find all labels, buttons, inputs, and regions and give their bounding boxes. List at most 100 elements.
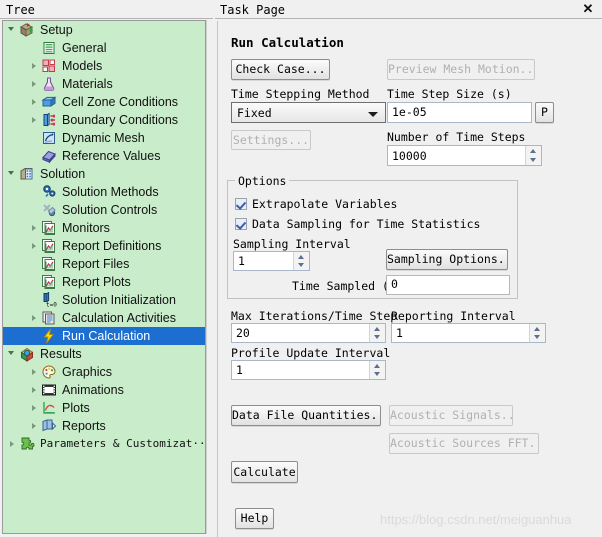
tree-item-animations[interactable]: Animations: [3, 381, 205, 399]
chevron-right-icon[interactable]: [29, 417, 41, 435]
tree-item-cell-zone-conditions[interactable]: Cell Zone Conditions: [3, 93, 205, 111]
tree-item-calculation-activities[interactable]: Calculation Activities: [3, 309, 205, 327]
chevron-right-icon[interactable]: [29, 309, 41, 327]
tree-item-solution-controls[interactable]: Solution Controls: [3, 201, 205, 219]
tree-item-models[interactable]: Models: [3, 57, 205, 75]
extrapolate-variables-checkbox[interactable]: [235, 198, 247, 210]
task-page-header: Task Page ✕: [215, 0, 602, 19]
tree-item-report-files[interactable]: Report Files: [3, 255, 205, 273]
tree-item-dynamic-mesh[interactable]: Dynamic Mesh: [3, 129, 205, 147]
tree-item-label: Results: [40, 347, 82, 361]
time-step-size-input[interactable]: 1e-05: [387, 102, 532, 123]
check-case-button[interactable]: Check Case...: [231, 59, 330, 80]
data-file-quantities-button[interactable]: Data File Quantities...: [231, 405, 381, 426]
solution-initialization-icon: t=0: [41, 292, 58, 308]
tree-item-monitors[interactable]: Monitors: [3, 219, 205, 237]
tree-item-report-plots[interactable]: Report Plots: [3, 273, 205, 291]
tree-item-solution-methods[interactable]: Solution Methods: [3, 183, 205, 201]
stepper-up-icon[interactable]: [294, 252, 309, 261]
graphics-icon: [41, 364, 58, 380]
chevron-right-icon[interactable]: [29, 381, 41, 399]
plots-icon: [41, 400, 58, 416]
profile-update-interval-value: 1: [236, 363, 243, 377]
dynamic-mesh-icon: [41, 130, 58, 146]
results-icon: [19, 346, 36, 362]
stepper-up-icon[interactable]: [370, 361, 385, 370]
max-iterations-stepper[interactable]: 20: [231, 323, 386, 343]
number-of-time-steps-stepper[interactable]: 10000: [387, 145, 542, 166]
tree-item-label: Run Calculation: [62, 329, 151, 343]
stepper-up-icon[interactable]: [530, 324, 545, 333]
tree-item-label: Report Definitions: [62, 239, 162, 253]
tree-item-boundary-conditions[interactable]: Boundary Conditions: [3, 111, 205, 129]
stepper-arrows[interactable]: [369, 361, 385, 379]
chevron-right-icon[interactable]: [7, 435, 19, 453]
tree-list[interactable]: Setup General Models Materials Cell Zone Con…: [2, 20, 206, 534]
stepper-up-icon[interactable]: [526, 146, 541, 156]
tree-item-general[interactable]: General: [3, 39, 205, 57]
chevron-right-icon[interactable]: [29, 237, 41, 255]
tree-item-reference-values[interactable]: Reference Values: [3, 147, 205, 165]
chevron-right-icon[interactable]: [29, 399, 41, 417]
tree-item-parameters-customizat[interactable]: Parameters & Customizat···: [3, 435, 205, 453]
tree-scrollbar[interactable]: [206, 20, 213, 534]
data-sampling-checkbox[interactable]: [235, 218, 247, 230]
tree-item-label: Monitors: [62, 221, 110, 235]
tree-item-reports[interactable]: Reports: [3, 417, 205, 435]
chevron-down-icon[interactable]: [7, 21, 19, 39]
cell-zone-icon: [41, 94, 58, 110]
tree-item-materials[interactable]: Materials: [3, 75, 205, 93]
time-step-size-label: Time Step Size (s): [387, 87, 512, 101]
tree-item-graphics[interactable]: Graphics: [3, 363, 205, 381]
stepper-up-icon[interactable]: [370, 324, 385, 333]
chevron-right-icon[interactable]: [29, 219, 41, 237]
parameters-icon: [19, 436, 36, 452]
tree-item-plots[interactable]: Plots: [3, 399, 205, 417]
stepper-arrows[interactable]: [369, 324, 385, 342]
tree-item-results[interactable]: Results: [3, 345, 205, 363]
stepper-down-icon[interactable]: [530, 333, 545, 342]
tree-item-solution[interactable]: Solution: [3, 165, 205, 183]
chevron-right-icon[interactable]: [29, 93, 41, 111]
stepper-arrows[interactable]: [529, 324, 545, 342]
profile-update-interval-stepper[interactable]: 1: [231, 360, 386, 380]
watermark: https://blog.csdn.net/meiguanhua: [380, 512, 572, 527]
stepper-down-icon[interactable]: [370, 370, 385, 379]
task-page-title: Task Page: [220, 3, 286, 17]
time-stepping-method-select[interactable]: Fixed: [231, 102, 386, 123]
sampling-options-button[interactable]: Sampling Options...: [386, 249, 508, 270]
boundary-conditions-icon: [41, 112, 58, 128]
stepper-down-icon[interactable]: [294, 261, 309, 270]
chevron-right-icon[interactable]: [29, 57, 41, 75]
tree-item-label: Solution Methods: [62, 185, 159, 199]
chevron-down-icon[interactable]: [7, 165, 19, 183]
tree-item-solution-initialization[interactable]: t=0 Solution Initialization: [3, 291, 205, 309]
stepper-arrows[interactable]: [293, 252, 309, 270]
stepper-down-icon[interactable]: [370, 333, 385, 342]
tree-item-report-definitions[interactable]: Report Definitions: [3, 237, 205, 255]
tree-item-run-calculation[interactable]: Run Calculation: [3, 327, 205, 345]
chevron-right-icon[interactable]: [29, 363, 41, 381]
time-sampled-value: 0: [386, 275, 510, 295]
calculate-button[interactable]: Calculate: [231, 461, 298, 483]
stepper-arrows[interactable]: [525, 146, 541, 165]
run-calculation-icon: [41, 328, 58, 344]
reporting-interval-stepper[interactable]: 1: [391, 323, 546, 343]
sampling-interval-stepper[interactable]: 1: [233, 251, 310, 271]
chevron-down-icon[interactable]: [7, 345, 19, 363]
tree-item-setup[interactable]: Setup: [3, 21, 205, 39]
stepper-down-icon[interactable]: [526, 156, 541, 166]
time-step-size-parameter-button[interactable]: P: [535, 102, 554, 123]
sampling-interval-value: 1: [238, 254, 245, 268]
close-icon[interactable]: ✕: [581, 2, 595, 16]
help-button[interactable]: Help: [235, 508, 274, 529]
chevron-right-icon[interactable]: [29, 111, 41, 129]
tree-item-label: Report Plots: [62, 275, 131, 289]
extrapolate-variables-label: Extrapolate Variables: [252, 197, 398, 211]
report-files-icon: [41, 256, 58, 272]
tree-item-label: Report Files: [62, 257, 130, 271]
chevron-right-icon[interactable]: [29, 75, 41, 93]
tree-item-label: Boundary Conditions: [62, 113, 179, 127]
